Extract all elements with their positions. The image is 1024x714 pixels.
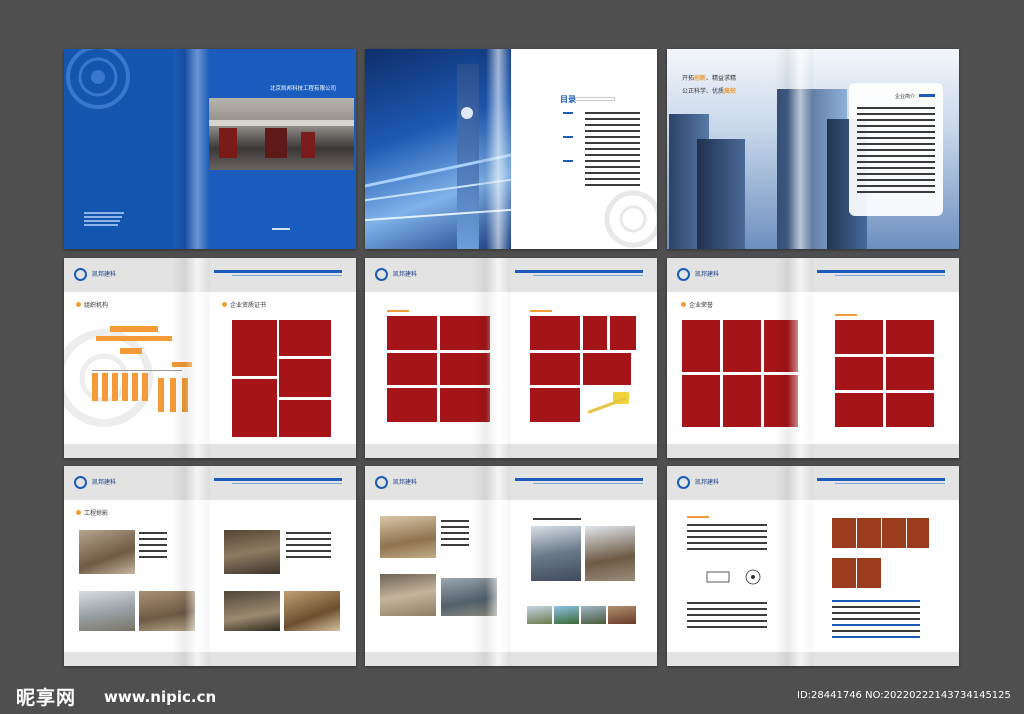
tape-measure-photo [585,390,635,420]
slogan-2a: 公正科学、优质 [682,88,725,95]
header-name: 凯邦建科 [393,479,418,486]
watermark-seal-icon [604,190,657,248]
certificate-block [440,388,490,422]
pattern-logo-icon [66,49,130,109]
certificate-block [232,379,277,437]
toc-title: 目录 [560,95,576,104]
certificate-block [530,316,580,350]
intro-title: 企业简介 [894,94,915,100]
slogan-2b: 高效 [724,88,737,95]
header-logo-icon [677,268,690,281]
intro-card: 企业简介 [849,83,943,216]
toc-spread: 目录 [365,49,657,249]
honor-block [723,320,761,372]
header-logo-icon [74,476,87,489]
brochure-cover-spread: 北京凯邦科技工程有限公司 [64,49,356,249]
honor-block [835,357,883,390]
header-name: 凯邦建科 [92,271,117,278]
certificate-block [279,359,331,397]
project-photo [608,606,636,624]
watermark-url: www.nipic.cn [104,688,217,706]
slogan-1b: 创新 [694,75,707,82]
honor-block [835,320,883,354]
certificate-block [440,316,490,350]
company-name: 北京凯邦科技工程有限公司 [270,86,337,92]
project-photo [284,591,340,631]
honor-block [886,357,934,390]
projects-spread-2: 凯邦建科 [365,466,657,666]
header-name: 凯邦建科 [393,271,418,278]
honor-block [886,393,934,427]
honors-spread: 凯邦建科 企业荣誉 [667,258,959,458]
header-name: 凯邦建科 [695,479,720,486]
watermark-logo: 昵享网 [16,687,77,709]
project-photo [554,606,579,624]
image-block [907,518,929,548]
project-photo [441,578,497,616]
projects-spread: 凯邦建科 工程掠影 [64,466,356,666]
certificate-block [610,316,636,350]
project-photo [527,606,552,624]
project-photo [531,526,581,581]
honor-block [682,375,720,427]
diagram-icon [706,569,761,585]
projects-title: 工程掠影 [84,510,109,517]
certificate-block [530,353,580,385]
image-block [882,518,906,548]
image-block [857,518,881,548]
certificate-block [387,388,437,422]
certificate-block [440,353,490,385]
project-photo [380,574,436,616]
header-logo-icon [375,476,388,489]
header-name: 凯邦建科 [92,479,117,486]
image-block [832,518,856,548]
certificate-block [387,353,437,385]
cover-photo [209,98,354,170]
watermark-id: ID:28441746 NO:20220222143734145125 [797,690,1011,701]
certificate-block [583,353,631,385]
honor-block [886,320,934,354]
org-chart-spread: 凯邦建科 组织机构 企业资质证书 [64,258,356,458]
honor-block [764,375,798,427]
cert-title: 企业资质证书 [230,302,267,309]
honors-title: 企业荣誉 [689,302,714,309]
slogan-1c: 、精益求精 [706,75,737,82]
project-photo [139,591,195,631]
project-photo [585,526,635,581]
header-logo-icon [677,476,690,489]
honor-block [764,320,798,372]
project-photo [581,606,606,624]
project-photo [79,530,135,574]
certificate-block [387,316,437,350]
header-logo-icon [74,268,87,281]
certificates-spread: 凯邦建科 [365,258,657,458]
org-title: 组织机构 [84,302,109,309]
honor-block [835,393,883,427]
project-photo [224,591,280,631]
project-photo [224,530,280,574]
certificate-block [232,320,277,376]
image-block [857,558,881,588]
certificate-block [530,388,580,422]
slogan-1a: 开拓 [682,75,695,82]
certificate-block [279,320,331,356]
honor-block [682,320,720,372]
image-block [832,558,856,588]
header-name: 凯邦建科 [695,271,720,278]
project-photo [380,516,436,558]
closing-spread: 凯邦建科 [667,466,959,666]
certificate-block [583,316,607,350]
company-intro-spread: 开拓创新、精益求精 公正科学、优质高效 企业简介 [667,49,959,249]
header-logo-icon [375,268,388,281]
clock-tower-photo [365,49,511,249]
project-photo [79,591,135,631]
honor-block [723,375,761,427]
certificate-block [279,400,331,437]
